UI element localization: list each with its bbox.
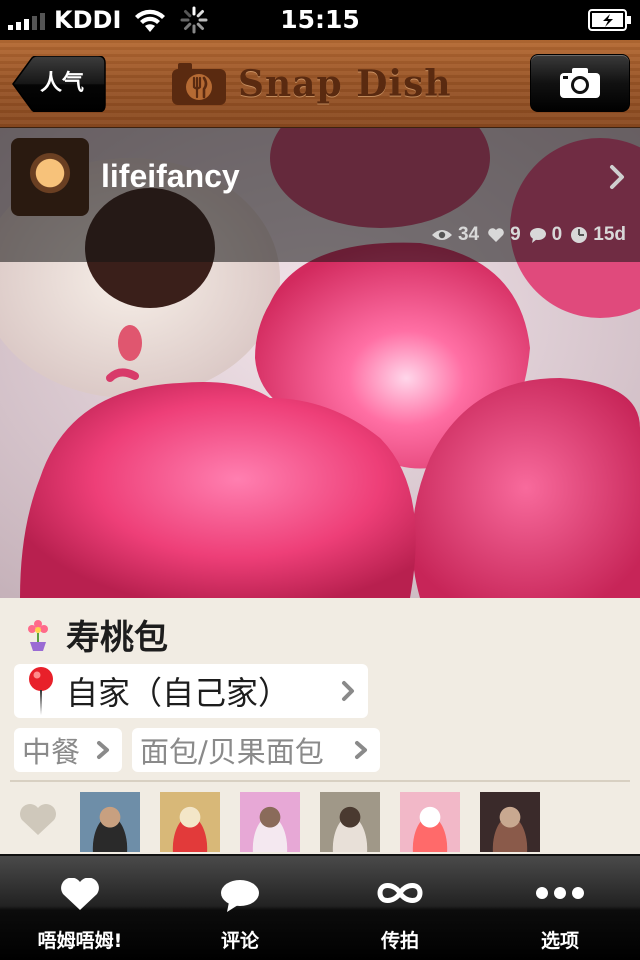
chevron-right-icon [610,165,624,189]
tag-bread-bagel[interactable]: 面包/贝果面包 [132,728,380,772]
liker-avatar[interactable] [480,792,540,852]
comments-stat: 0 [529,224,563,246]
age-stat: 15d [570,224,626,246]
dish-photo[interactable]: lifeifancy 34 9 0 15d [0,128,640,598]
dish-name: 寿桃包 [66,618,168,658]
camera-button[interactable] [530,54,630,112]
liker-avatar[interactable] [160,792,220,852]
dish-title-row: 寿桃包 [24,610,168,659]
clock: 15:15 [280,5,360,34]
likers-row [0,792,640,852]
chevron-right-icon [97,741,109,759]
post-stats: 34 9 0 15d [431,224,626,246]
user-avatar[interactable] [11,138,89,216]
likes-count: 9 [510,224,521,245]
tab-options[interactable]: 选项 [480,856,640,960]
tab-repost[interactable]: 传拍 [320,856,480,960]
chevron-right-icon [342,681,354,701]
user-info-overlay[interactable]: lifeifancy 34 9 0 15d [0,128,640,262]
section-divider [10,780,630,782]
chevron-right-icon [355,741,367,759]
liker-avatar[interactable] [80,792,140,852]
tag-chinese-food[interactable]: 中餐 [14,728,122,772]
back-button-label: 人气 [40,71,85,96]
tab-label: 传拍 [380,930,419,952]
eye-icon [431,230,452,240]
tag-label: 中餐 [22,735,81,769]
infinity-icon [377,883,423,903]
location-button[interactable]: 自家（自己家） [14,664,368,718]
back-button[interactable]: 人气 [12,56,106,112]
app-wordmark: Snap Dish [238,63,452,105]
status-bar: KDDI 15:15 [0,0,640,40]
post-age: 15d [593,224,626,245]
camera-icon [560,68,600,98]
camera-fork-logo-icon [172,63,226,105]
flower-pot-icon [28,619,48,651]
comments-count: 0 [551,224,563,245]
comment-icon [529,228,546,243]
tab-label: 评论 [220,930,259,952]
tab-label: 选项 [540,930,579,952]
views-count: 34 [457,224,480,245]
likes-stat: 9 [487,224,521,246]
location-name: 自家（自己家） [66,674,291,712]
nav-bar: 人气 Snap Dish [0,40,640,128]
battery-charging-icon [588,9,631,31]
heart-icon [488,228,504,242]
map-pin-icon [29,667,53,715]
tab-yum[interactable]: 唔姆唔姆! [0,856,160,960]
username[interactable]: lifeifancy [101,158,240,195]
dish-details: 寿桃包 自家（自己家） 中餐 面包/贝果面包 [0,598,640,854]
tab-comment[interactable]: 评论 [160,856,320,960]
heart-icon [61,878,99,910]
more-dots-icon [536,887,584,899]
liker-avatar[interactable] [400,792,460,852]
tag-label: 面包/贝果面包 [140,735,324,769]
tab-label: 唔姆唔姆! [37,930,123,952]
views-stat: 34 [431,224,479,246]
tab-bar: 唔姆唔姆! 评论 传拍 选项 [0,854,640,960]
heart-icon [20,804,56,835]
liker-avatar[interactable] [320,792,380,852]
app-logo: Snap Dish [170,58,452,110]
speech-bubble-icon [221,880,259,912]
liker-avatar[interactable] [240,792,300,852]
clock-icon [571,227,588,243]
